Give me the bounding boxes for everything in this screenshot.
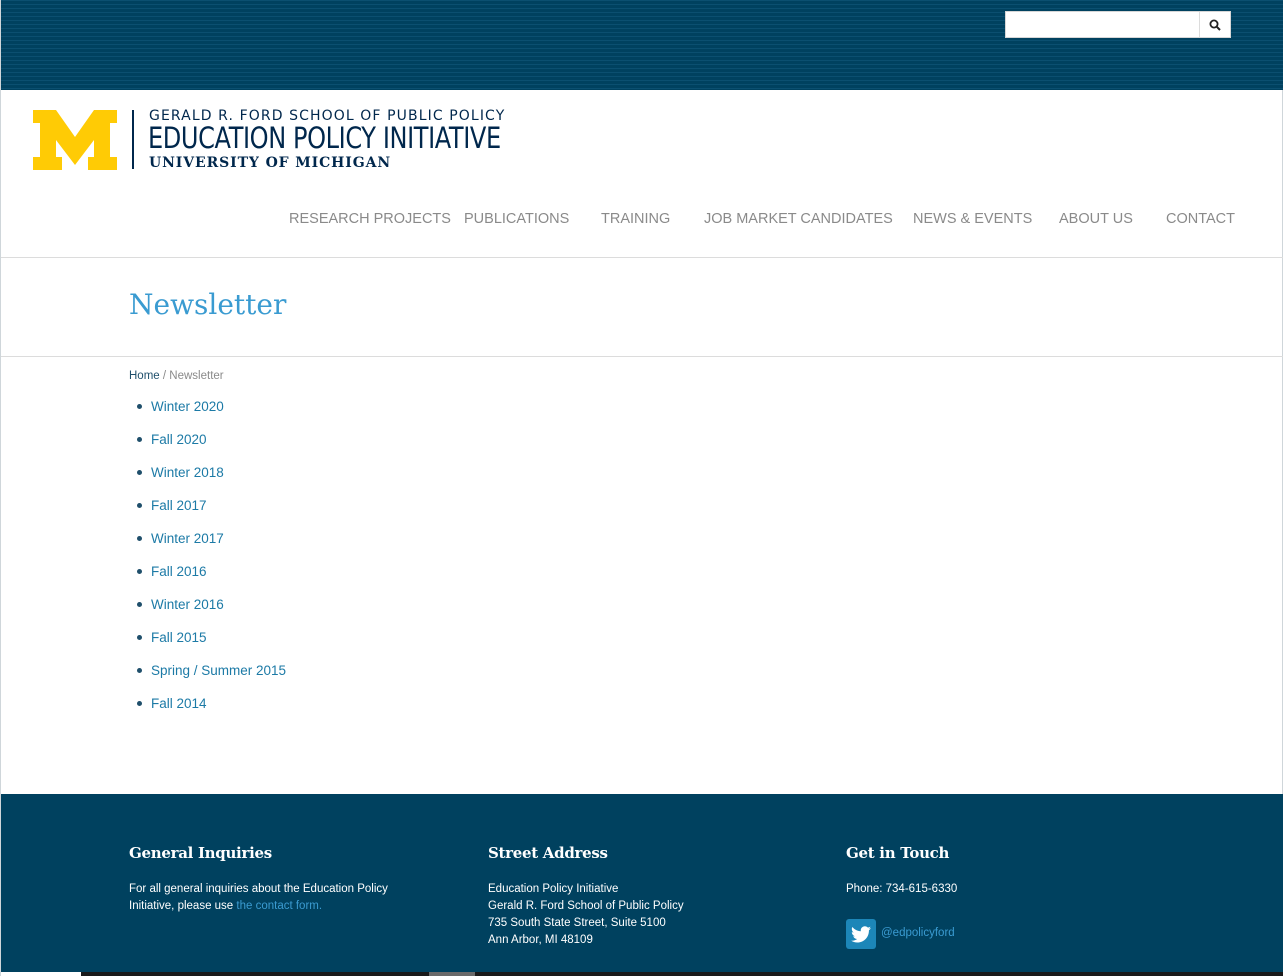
newsletter-link[interactable]: Fall 2017: [151, 498, 207, 513]
twitter-handle[interactable]: @edpolicyford: [881, 927, 955, 939]
newsletter-link[interactable]: Winter 2020: [151, 399, 224, 414]
list-item: Winter 2018: [130, 462, 286, 495]
logo-initiative-name: EDUCATION POLICY INITIATIVE: [148, 121, 501, 155]
title-divider: [1, 356, 1283, 357]
list-item: Winter 2016: [130, 594, 286, 627]
footer-heading: Get in Touch: [846, 844, 950, 862]
bottom-edge-segment: [1, 972, 81, 976]
page-title: Newsletter: [129, 288, 287, 321]
bullet: [137, 437, 142, 442]
newsletter-link[interactable]: Winter 2016: [151, 597, 224, 612]
phone-number: Phone: 734-615-6330: [846, 883, 958, 895]
nav-item-publications[interactable]: PUBLICATIONS: [464, 211, 569, 227]
nav-item-about-us[interactable]: ABOUT US: [1059, 211, 1133, 227]
list-item: Winter 2020: [130, 396, 286, 429]
page: GERALD R. FORD SCHOOL OF PUBLIC POLICY E…: [0, 0, 1283, 976]
list-item: Fall 2020: [130, 429, 286, 462]
nav-item-news-events[interactable]: NEWS & EVENTS: [913, 211, 1032, 227]
breadcrumb-current: Newsletter: [169, 370, 224, 382]
bullet: [137, 602, 142, 607]
breadcrumb: Home / Newsletter: [129, 370, 224, 382]
list-item: Spring / Summer 2015: [130, 660, 286, 693]
bullet: [137, 569, 142, 574]
logo-university-name: UNIVERSITY OF MICHIGAN: [149, 155, 392, 171]
nav-item-training[interactable]: TRAINING: [601, 211, 670, 227]
footer-text: For all general inquiries about the Educ…: [129, 881, 419, 915]
search-box: [1005, 11, 1231, 38]
bullet: [137, 503, 142, 508]
footer-text-line: Initiative, please use: [129, 900, 234, 912]
bullet: [137, 668, 142, 673]
breadcrumb-home[interactable]: Home: [129, 370, 160, 382]
search-icon: [1209, 19, 1221, 31]
newsletter-link[interactable]: Winter 2018: [151, 465, 224, 480]
newsletter-link[interactable]: Fall 2020: [151, 432, 207, 447]
address-line: Education Policy Initiative: [488, 883, 619, 895]
footer-text-line: For all general inquiries about the Educ…: [129, 883, 388, 895]
address-text: Education Policy Initiative Gerald R. Fo…: [488, 881, 748, 949]
address-line: Ann Arbor, MI 48109: [488, 934, 593, 946]
newsletter-link[interactable]: Fall 2015: [151, 630, 207, 645]
newsletter-link[interactable]: Winter 2017: [151, 531, 224, 546]
nav-item-research-projects[interactable]: RESEARCH PROJECTS: [289, 211, 451, 227]
search-input[interactable]: [1006, 12, 1200, 37]
footer-heading: Street Address: [488, 844, 608, 862]
contact-form-link[interactable]: the contact form.: [236, 900, 322, 912]
logo-divider: [132, 110, 134, 169]
list-item: Winter 2017: [130, 528, 286, 561]
bottom-edge-segment: [429, 972, 475, 976]
footer: General Inquiries For all general inquir…: [1, 794, 1283, 976]
list-item: Fall 2017: [130, 495, 286, 528]
bullet: [137, 404, 142, 409]
newsletter-link[interactable]: Spring / Summer 2015: [151, 663, 286, 678]
top-bar: [1, 0, 1283, 90]
breadcrumb-separator: /: [162, 370, 167, 382]
footer-general-inquiries: General Inquiries For all general inquir…: [129, 844, 419, 915]
list-item: Fall 2015: [130, 627, 286, 660]
list-item: Fall 2014: [130, 693, 286, 726]
newsletter-list: Winter 2020 Fall 2020 Winter 2018 Fall 2…: [130, 396, 286, 726]
footer-street-address: Street Address Education Policy Initiati…: [488, 844, 748, 949]
footer-get-in-touch: Get in Touch Phone: 734-615-6330: [846, 844, 1106, 898]
browser-bottom-edge: [1, 972, 1283, 976]
block-m-logo: [33, 110, 117, 170]
newsletter-link[interactable]: Fall 2016: [151, 564, 207, 579]
main-nav: RESEARCH PROJECTS PUBLICATIONS TRAINING …: [1, 211, 1283, 231]
newsletter-link[interactable]: Fall 2014: [151, 696, 207, 711]
bullet: [137, 635, 142, 640]
nav-item-job-market-candidates[interactable]: JOB MARKET CANDIDATES: [704, 211, 893, 227]
list-item: Fall 2016: [130, 561, 286, 594]
address-line: 735 South State Street, Suite 5100: [488, 917, 666, 929]
bullet: [137, 536, 142, 541]
bullet: [137, 470, 142, 475]
footer-heading: General Inquiries: [129, 844, 272, 862]
bullet: [137, 701, 142, 706]
header-divider: [1, 257, 1283, 258]
nav-item-contact[interactable]: CONTACT: [1166, 211, 1235, 227]
search-button[interactable]: [1199, 12, 1230, 37]
address-line: Gerald R. Ford School of Public Policy: [488, 900, 684, 912]
twitter-icon[interactable]: [846, 919, 876, 949]
